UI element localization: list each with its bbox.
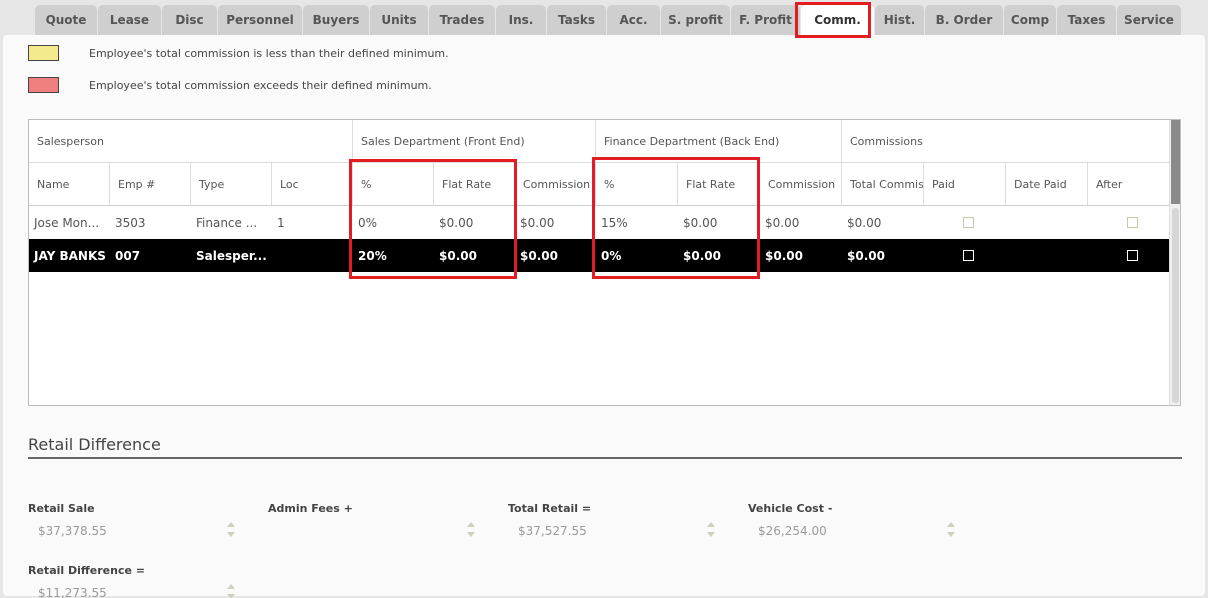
cell-total-commission: $0.00	[847, 248, 885, 263]
legend-below-text: Employee's total commission is less than…	[89, 46, 449, 60]
cell-type: Salesper...	[196, 248, 267, 263]
vehicle-cost-label: Vehicle Cost -	[748, 502, 833, 515]
legend-exceeds-text: Employee's total commission exceeds thei…	[89, 78, 432, 92]
section-divider	[28, 457, 1182, 459]
scrollbar-header-thumb[interactable]	[1171, 120, 1180, 204]
cell-name: JAY BANKS	[34, 248, 106, 263]
column-header-emp[interactable]: Emp #	[110, 163, 191, 206]
admin-fees-label: Admin Fees +	[268, 502, 353, 515]
column-header-sales-flat-rate[interactable]: Flat Rate	[434, 163, 515, 206]
total-retail-spinner[interactable]	[706, 522, 716, 540]
cell-total-commission: $0.00	[847, 215, 882, 230]
scrollbar-thumb[interactable]	[1172, 208, 1179, 403]
cell-finance-pct[interactable]: 0%	[596, 239, 678, 272]
table-row[interactable]: Jose Mon... 3503 Finance ... 1 0% $0.00 …	[29, 206, 1169, 239]
column-header-name[interactable]: Name	[29, 163, 110, 206]
cell-date-paid[interactable]	[1006, 206, 1088, 239]
tab-trades[interactable]: Trades	[429, 5, 495, 35]
group-header-finance-dept: Finance Department (Back End)	[596, 120, 842, 163]
cell-name: Jose Mon...	[34, 215, 100, 230]
retail-difference-title: Retail Difference	[28, 435, 161, 454]
paid-checkbox[interactable]	[963, 217, 974, 228]
paid-checkbox[interactable]	[963, 250, 974, 261]
cell-sales-flat-rate[interactable]: $0.00	[434, 206, 515, 239]
table-row-selected[interactable]: JAY BANKS 007 Salesper... 20% $0.00 $0.0…	[29, 239, 1169, 272]
tab-s-profit[interactable]: S. profit	[661, 5, 730, 35]
column-header-finance-pct[interactable]: %	[596, 163, 678, 206]
column-header-loc[interactable]: Loc	[272, 163, 353, 206]
cell-paid	[954, 239, 984, 272]
retail-sale-spinner[interactable]	[226, 522, 236, 540]
grid-scrollbar[interactable]	[1169, 120, 1180, 405]
group-header-sales-dept: Sales Department (Front End)	[353, 120, 596, 163]
column-header-sales-commission[interactable]: Commission	[515, 163, 596, 206]
cell-emp: 3503	[115, 215, 146, 230]
vehicle-cost-spinner[interactable]	[946, 522, 956, 540]
tab-hist[interactable]: Hist.	[875, 5, 924, 35]
tab-tasks[interactable]: Tasks	[547, 5, 606, 35]
tab-acc[interactable]: Acc.	[607, 5, 660, 35]
tab-comm[interactable]: Comm.	[801, 5, 874, 35]
tab-disc[interactable]: Disc	[162, 5, 217, 35]
cell-paid	[954, 206, 984, 239]
tab-b-order[interactable]: B. Order	[925, 5, 1003, 35]
after-checkbox[interactable]	[1127, 250, 1138, 261]
total-retail-input[interactable]: $37,527.55	[518, 524, 587, 538]
group-header-salesperson: Salesperson	[29, 120, 353, 163]
retail-difference-input[interactable]: $11,273.55	[38, 586, 107, 598]
after-checkbox[interactable]	[1127, 217, 1138, 228]
cell-sales-pct[interactable]: 0%	[353, 206, 434, 239]
cell-sales-commission: $0.00	[520, 248, 558, 263]
cell-finance-pct[interactable]: 15%	[596, 206, 678, 239]
legend-swatch-yellow	[28, 45, 59, 61]
vehicle-cost-input[interactable]: $26,254.00	[758, 524, 827, 538]
column-header-finance-commission[interactable]: Commission	[760, 163, 842, 206]
cell-after	[1118, 206, 1148, 239]
column-header-finance-flat-rate[interactable]: Flat Rate	[678, 163, 760, 206]
column-header-after[interactable]: After	[1088, 163, 1169, 206]
retail-difference-label: Retail Difference =	[28, 564, 145, 577]
tab-quote[interactable]: Quote	[35, 5, 97, 35]
column-header-paid[interactable]: Paid	[924, 163, 1006, 206]
retail-sale-input[interactable]: $37,378.55	[38, 524, 107, 538]
admin-fees-spinner[interactable]	[466, 522, 476, 540]
tab-units[interactable]: Units	[370, 5, 428, 35]
cell-finance-commission: $0.00	[765, 215, 800, 230]
column-header-type[interactable]: Type	[191, 163, 272, 206]
column-header-sales-pct[interactable]: %	[353, 163, 434, 206]
cell-loc: 1	[277, 215, 285, 230]
legend-below-minimum: Employee's total commission is less than…	[28, 45, 449, 61]
group-header-commissions: Commissions	[842, 120, 1169, 163]
retail-sale-label: Retail Sale	[28, 502, 95, 515]
tab-ins[interactable]: Ins.	[496, 5, 546, 35]
cell-emp: 007	[115, 248, 141, 263]
total-retail-label: Total Retail =	[508, 502, 592, 515]
tab-service[interactable]: Service	[1117, 5, 1181, 35]
cell-sales-commission: $0.00	[520, 215, 555, 230]
cell-finance-flat-rate[interactable]: $0.00	[678, 206, 760, 239]
cell-loc	[272, 239, 353, 272]
cell-after	[1118, 239, 1148, 272]
cell-sales-pct[interactable]: 20%	[353, 239, 434, 272]
tab-taxes[interactable]: Taxes	[1057, 5, 1116, 35]
legend-exceeds-minimum: Employee's total commission exceeds thei…	[28, 77, 432, 93]
tab-comp[interactable]: Comp	[1004, 5, 1056, 35]
tab-lease[interactable]: Lease	[98, 5, 161, 35]
cell-finance-flat-rate[interactable]: $0.00	[678, 239, 760, 272]
commission-grid: Salesperson Sales Department (Front End)…	[28, 119, 1181, 406]
tab-f-profit[interactable]: F. Profit	[731, 5, 800, 35]
retail-difference-spinner[interactable]	[226, 584, 236, 598]
column-header-date-paid[interactable]: Date Paid	[1006, 163, 1088, 206]
cell-type: Finance ...	[196, 215, 258, 230]
tab-buyers[interactable]: Buyers	[303, 5, 369, 35]
cell-sales-flat-rate[interactable]: $0.00	[434, 239, 515, 272]
legend-swatch-red	[28, 77, 59, 93]
column-header-total-commission[interactable]: Total Commiss	[842, 163, 924, 206]
tab-bar: Quote Lease Disc Personnel Buyers Units …	[35, 5, 1182, 35]
cell-finance-commission: $0.00	[765, 248, 803, 263]
tab-personnel[interactable]: Personnel	[218, 5, 302, 35]
cell-date-paid[interactable]	[1006, 239, 1088, 272]
